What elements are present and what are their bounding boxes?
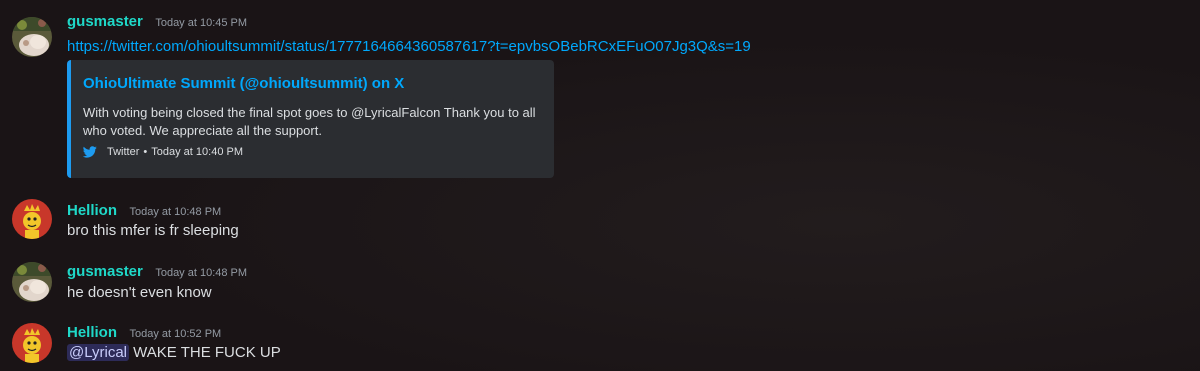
embed-footer-source: Twitter: [107, 146, 140, 158]
tweet-link[interactable]: https://twitter.com/ohioultsummit/status…: [67, 38, 751, 55]
timestamp: Today at 10:48 PM: [155, 267, 248, 279]
message-text: he doesn't even know: [67, 284, 212, 301]
message-text: WAKE THE FUCK UP: [129, 344, 281, 361]
timestamp: Today at 10:52 PM: [129, 328, 222, 340]
embed-footer-time: Today at 10:40 PM: [151, 146, 243, 158]
timestamp: Today at 10:45 PM: [155, 17, 248, 29]
user-avatar-hellion-icon: [12, 199, 52, 239]
user-avatar-gusmaster-icon: [12, 262, 52, 302]
embed-description: With voting being closed the final spot …: [83, 105, 536, 138]
avatar[interactable]: [12, 323, 52, 363]
timestamp: Today at 10:48 PM: [129, 206, 222, 218]
username[interactable]: Hellion: [67, 202, 117, 219]
embed-title[interactable]: OhioUltimate Summit (@ohioultsummit) on …: [83, 75, 404, 92]
user-avatar-gusmaster-icon: [12, 17, 52, 57]
username[interactable]: gusmaster: [67, 13, 143, 30]
avatar[interactable]: [12, 262, 52, 302]
username[interactable]: Hellion: [67, 324, 117, 341]
user-avatar-hellion-icon: [12, 323, 52, 363]
link-embed: OhioUltimate Summit (@ohioultsummit) on …: [67, 60, 554, 178]
username[interactable]: gusmaster: [67, 263, 143, 280]
user-mention[interactable]: @Lyrical: [67, 344, 130, 361]
twitter-bird-icon: [83, 146, 97, 158]
avatar[interactable]: [12, 17, 52, 57]
message-text: bro this mfer is fr sleeping: [67, 222, 239, 239]
embed-footer-separator: •: [143, 146, 148, 158]
avatar[interactable]: [12, 199, 52, 239]
embed-footer: Twitter • Today at 10:40 PM: [83, 146, 243, 158]
